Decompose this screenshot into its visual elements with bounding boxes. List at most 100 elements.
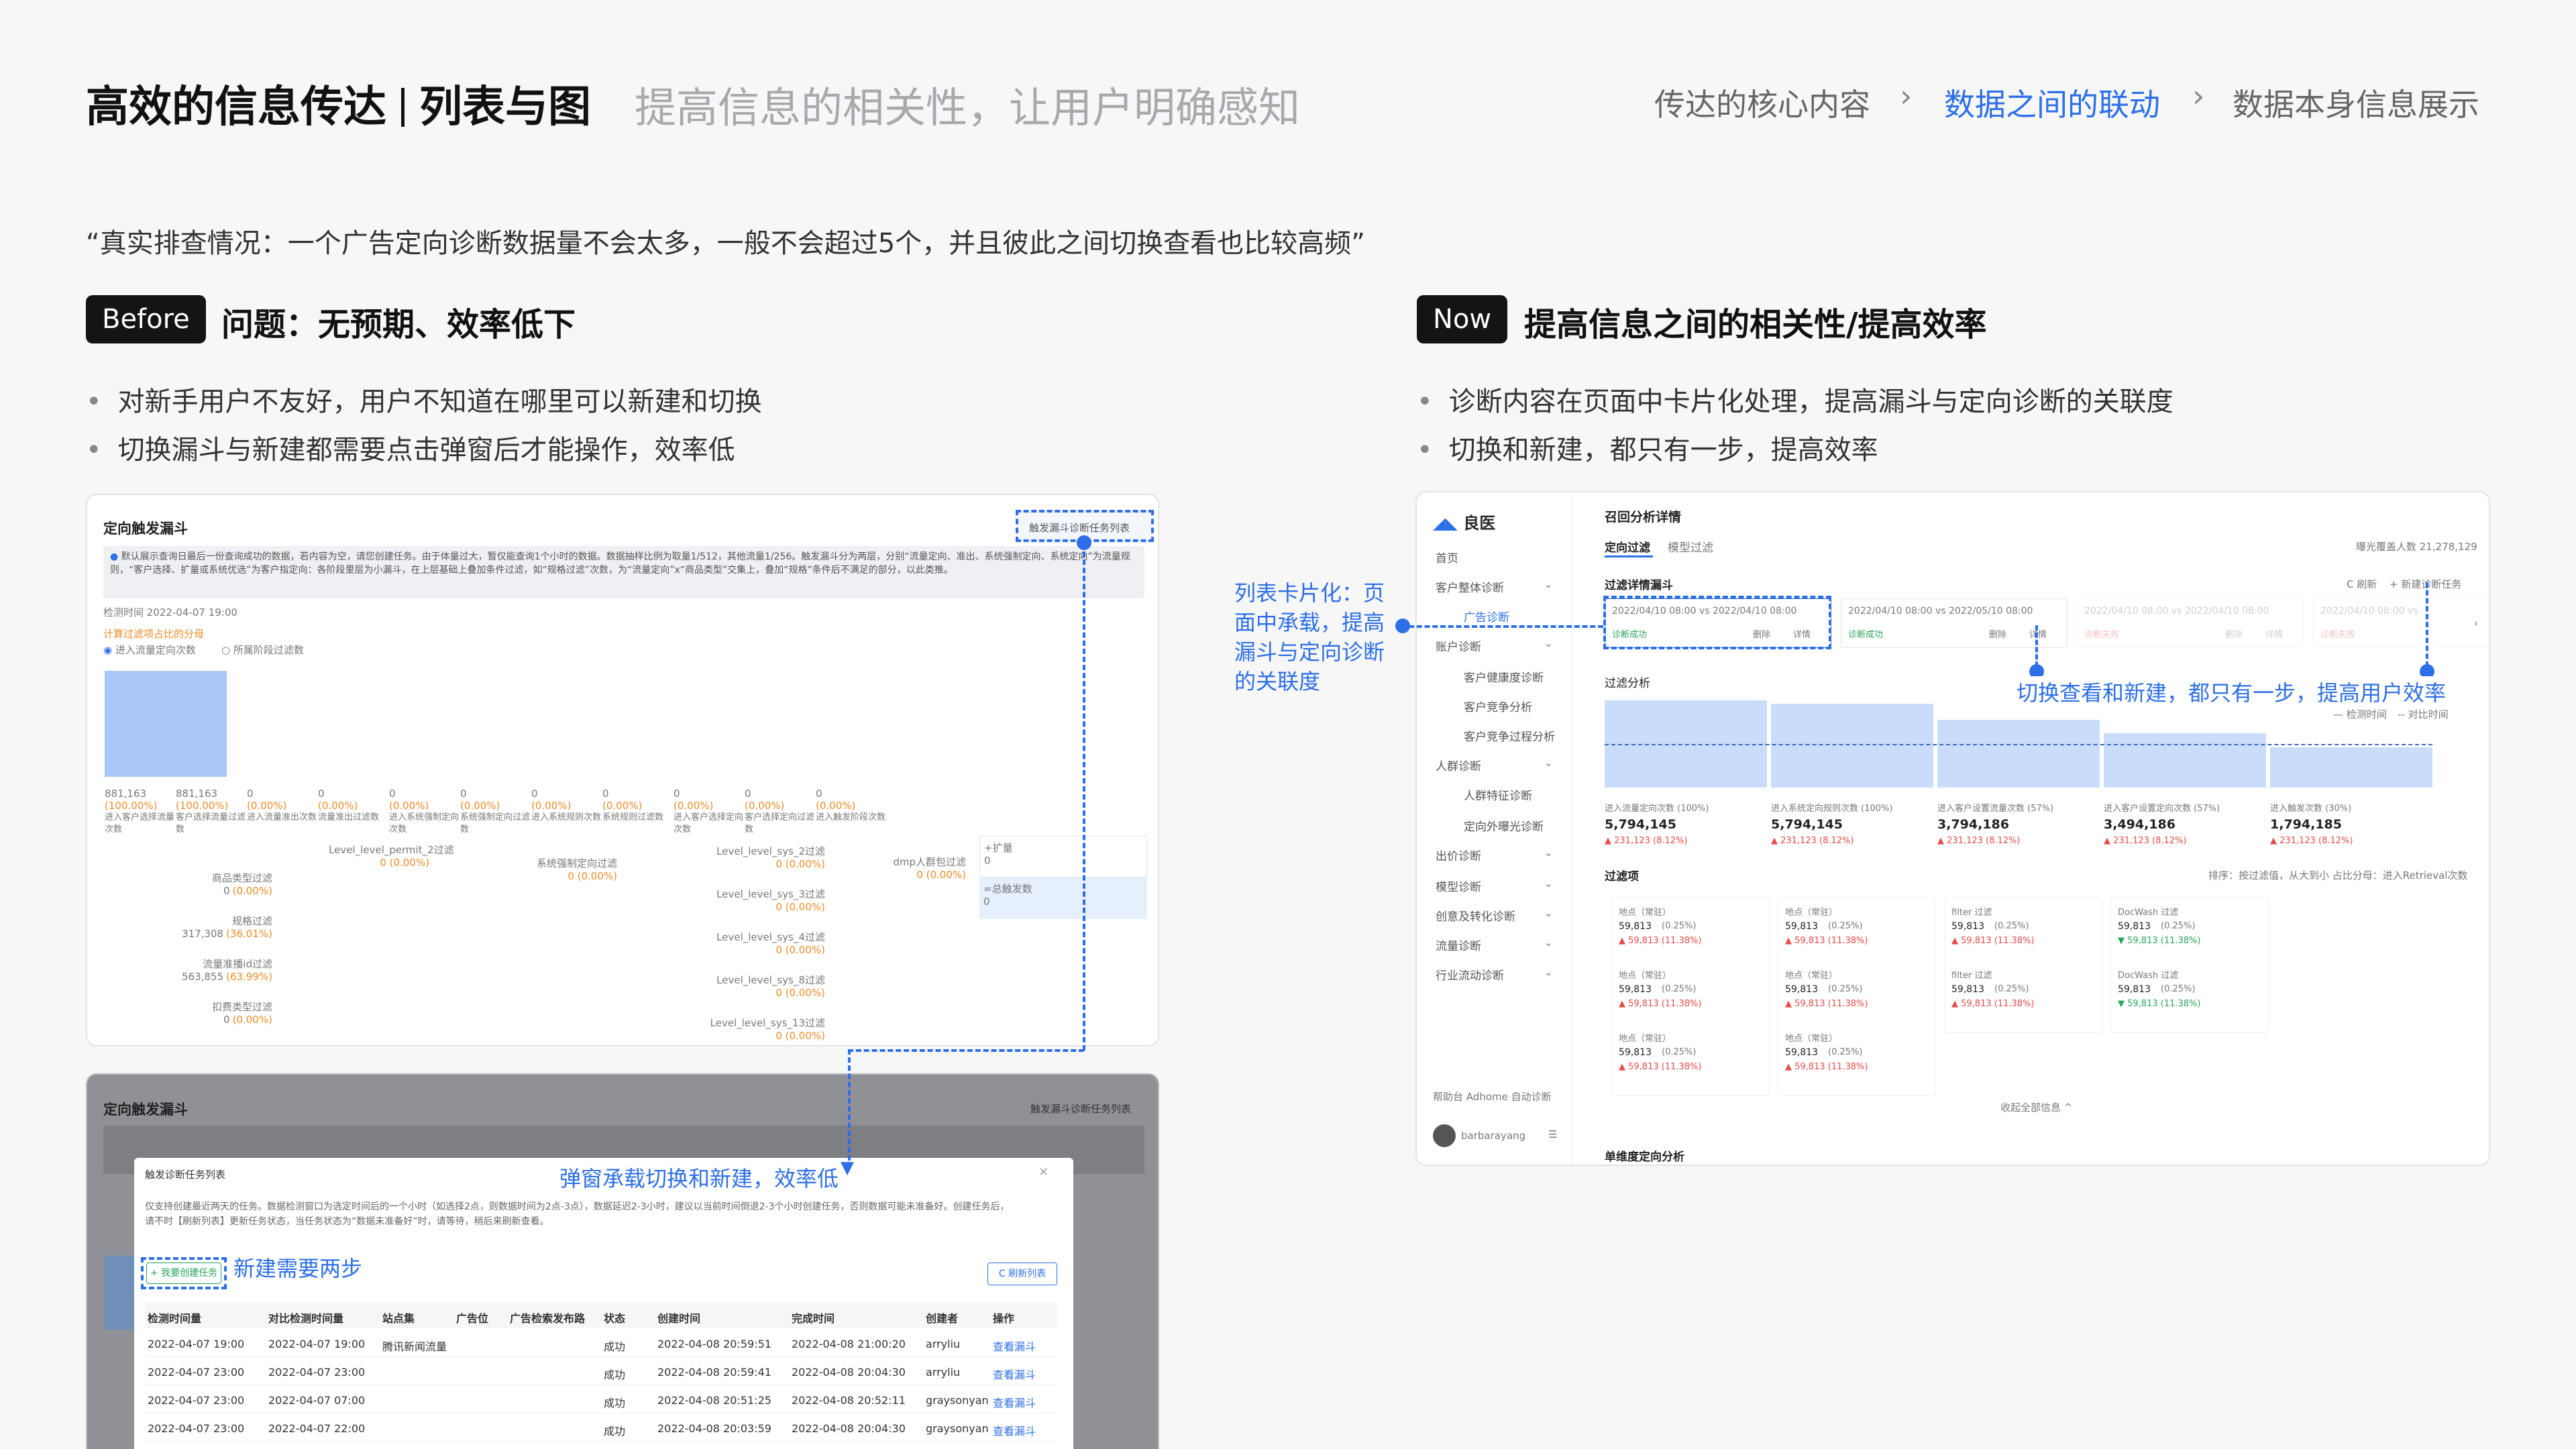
sidebar-item[interactable]: 出价诊断 xyxy=(1436,847,1481,863)
filter-item-delta: ▲ 59,813 (11.38%) xyxy=(1619,1062,1702,1072)
table-column-header: 对比检测时间量 xyxy=(268,1312,344,1325)
filter-column: 地点（常驻） 59,813 (0.25%) ▲ 59,813 (11.38%) 地点（常… xyxy=(1778,898,1936,1096)
table-cell: 2022-04-08 20:51:25 xyxy=(657,1394,771,1407)
sidebar-item[interactable]: 人群特征诊断 xyxy=(1464,786,1532,803)
sidebar-item[interactable]: 客户健康度诊断 xyxy=(1464,668,1544,685)
sidebar-item[interactable]: 模型诊断 xyxy=(1436,877,1481,894)
sidebar-item[interactable]: 流量诊断 xyxy=(1436,936,1481,953)
close-icon[interactable]: × xyxy=(1038,1165,1049,1179)
filter-item-delta: ▲ 59,813 (11.38%) xyxy=(1619,936,1702,946)
dialog-title: 触发诊断任务列表 xyxy=(145,1169,226,1181)
funnel-delta: ▲ 231,123 (8.12%) xyxy=(2104,836,2187,846)
filter-item-value: 59,813 xyxy=(1619,984,1652,995)
tab-target-filter[interactable]: 定向过滤 xyxy=(1605,538,1650,555)
table-cell: 成功 xyxy=(604,1368,626,1381)
sidebar-item[interactable]: 广告诊断 xyxy=(1464,608,1509,625)
breadcrumb-core[interactable]: 传达的核心内容 xyxy=(1654,80,1870,125)
collapse-all[interactable]: 收起全部信息 ^ xyxy=(2000,1100,2072,1114)
stage-value: 0 xyxy=(318,788,325,800)
stage-pct: (0.00%) xyxy=(816,800,856,812)
sidebar-item[interactable]: 人群诊断 xyxy=(1436,757,1481,773)
radio-label: 所属阶段过滤数 xyxy=(233,644,304,656)
sidebar-item[interactable]: 客户整体诊断 xyxy=(1436,578,1504,595)
radio-label: 进入流量定向次数 xyxy=(115,644,196,656)
radio-stage-filter[interactable]: ○ 所属阶段过滤数 xyxy=(221,643,304,657)
filter-column: filter 过滤 59,813 (0.25%) ▲ 59,813 (11.38%) f… xyxy=(1944,898,2102,1033)
table-cell: 2022-04-08 20:59:51 xyxy=(657,1338,771,1350)
table-cell: 2022-04-07 22:00 xyxy=(268,1422,366,1435)
popup-annotation: 弹窗承载切换和新建，效率低 xyxy=(559,1166,839,1191)
refresh-list-button[interactable]: C 刷新列表 xyxy=(987,1263,1057,1285)
filter-item-delta: ▲ 59,813 (11.38%) xyxy=(1951,936,2035,946)
footer-link[interactable]: 自动诊断 xyxy=(1511,1091,1552,1103)
view-funnel-link[interactable]: 查看漏斗 xyxy=(993,1338,1036,1354)
refresh-button[interactable]: C 刷新 xyxy=(2347,577,2377,591)
delete-button[interactable]: 删除 xyxy=(1989,627,2006,640)
table-cell: 2022-04-07 23:00 xyxy=(148,1366,245,1379)
sidebar-item[interactable]: 账户诊断 xyxy=(1436,637,1481,654)
before-tag: Before xyxy=(86,295,206,343)
filter-item-title: 地点（常驻） xyxy=(1619,908,1672,918)
stage-value: 0 xyxy=(389,788,396,800)
stage-pct: (0.00%) xyxy=(247,800,287,812)
now-tag: Now xyxy=(1417,295,1508,343)
filter-value-row: 0 (0.00%) xyxy=(127,1014,272,1026)
footer-link[interactable]: 帮助台 xyxy=(1433,1091,1463,1103)
radio-stage-entry[interactable]: ◉ 进入流量定向次数 xyxy=(103,643,196,657)
expand-text: 扩量 xyxy=(992,842,1013,854)
title-part-a: 高效的信息传达 xyxy=(86,83,386,132)
filter-item-delta: ▲ 59,813 (11.38%) xyxy=(1785,1062,1868,1072)
chevron-right-icon: › xyxy=(1900,78,1913,114)
stage-value: 0 xyxy=(531,788,538,800)
filter-name: 系统强制定向过滤 xyxy=(536,857,617,869)
now-screenshot: ◢◣ 良医 帮助台 Adhome 自动诊断 barbarayang ☰ 首页 客户… xyxy=(1415,491,2490,1166)
table-column-header: 广告位 xyxy=(456,1312,489,1325)
stage-pct: (0.00%) xyxy=(531,800,572,812)
table-cell: 成功 xyxy=(604,1397,626,1409)
tab-model-filter[interactable]: 模型过滤 xyxy=(1668,538,1713,555)
filter-pct: 0 (0.00%) xyxy=(775,944,825,956)
footer-link[interactable]: Adhome xyxy=(1466,1091,1508,1103)
stage-label: 进入客户选择流量次数 xyxy=(105,812,175,835)
stage-value: 0 xyxy=(247,788,254,800)
user-name: barbarayang xyxy=(1461,1130,1526,1142)
view-funnel-link[interactable]: 查看漏斗 xyxy=(993,1394,1036,1410)
expand-box: +扩量 0 xyxy=(979,836,1147,877)
breadcrumb-data-info[interactable]: 数据本身信息展示 xyxy=(2233,80,2479,125)
level-filter: Level_level_sys_13过滤 0 (0.00%) xyxy=(678,1016,825,1042)
connector-line xyxy=(2426,582,2428,667)
sidebar-item[interactable]: 客户竞争分析 xyxy=(1464,698,1532,714)
funnel-title: 定向触发漏斗 xyxy=(103,1102,188,1118)
sidebar-item[interactable]: 客户竞争过程分析 xyxy=(1464,727,1555,744)
breadcrumb-linkage[interactable]: 数据之间的联动 xyxy=(1944,80,2160,125)
table-cell: 2022-04-08 20:04:30 xyxy=(792,1366,906,1379)
sidebar-item[interactable]: 首页 xyxy=(1436,549,1458,566)
stage-label: 进入系统规则次数 xyxy=(531,812,602,822)
view-funnel-link[interactable]: 查看漏斗 xyxy=(993,1366,1036,1382)
filter-value: 317,308 xyxy=(182,928,224,940)
filter-analysis-title: 过滤分析 xyxy=(1605,677,1650,690)
stage-value: 0 xyxy=(816,788,822,800)
filter-controls[interactable]: 排序：按过滤值，从大到小 占比分母：进入Retrieval次数 xyxy=(2208,868,2467,882)
table-column-header: 创建者 xyxy=(926,1312,959,1325)
task-card[interactable]: 2022/04/10 08:00 vs 诊断失败 xyxy=(2313,598,2489,648)
view-funnel-link[interactable]: 查看漏斗 xyxy=(993,1422,1036,1438)
table-cell: 2022-04-08 20:52:11 xyxy=(792,1394,906,1407)
sidebar-item[interactable]: 定向外曝光诊断 xyxy=(1464,817,1544,834)
menu-collapse-icon[interactable]: ☰ xyxy=(1548,1128,1557,1140)
create-task-button[interactable]: + 我要创建任务 xyxy=(146,1263,221,1284)
delete-button[interactable]: 删除 xyxy=(2225,627,2243,640)
task-list-button[interactable]: 触发漏斗诊断任务列表 xyxy=(1030,1102,1131,1116)
detail-button[interactable]: 详情 xyxy=(2029,627,2047,640)
avatar[interactable] xyxy=(1433,1124,1456,1147)
brand-name: 良医 xyxy=(1463,514,1496,533)
sidebar-item[interactable]: 创意及转化诊断 xyxy=(1436,907,1515,924)
task-card[interactable]: 2022/04/10 08:00 vs 2022/05/10 08:00 诊断成功… xyxy=(1841,598,2068,648)
task-card[interactable]: 2022/04/10 08:00 vs 2022/04/10 08:00 诊断失败… xyxy=(2077,598,2304,648)
sidebar-item[interactable]: 行业流动诊断 xyxy=(1436,966,1504,983)
now-bullet: 切换和新建，都只有一步，提高效率 xyxy=(1417,428,1878,467)
table-cell: 2022-04-07 23:00 xyxy=(268,1366,366,1379)
stage-pct: (100.00%) xyxy=(105,800,158,812)
filter-item-title: 地点（常驻） xyxy=(1619,1034,1672,1044)
detail-button[interactable]: 详情 xyxy=(2265,627,2283,640)
